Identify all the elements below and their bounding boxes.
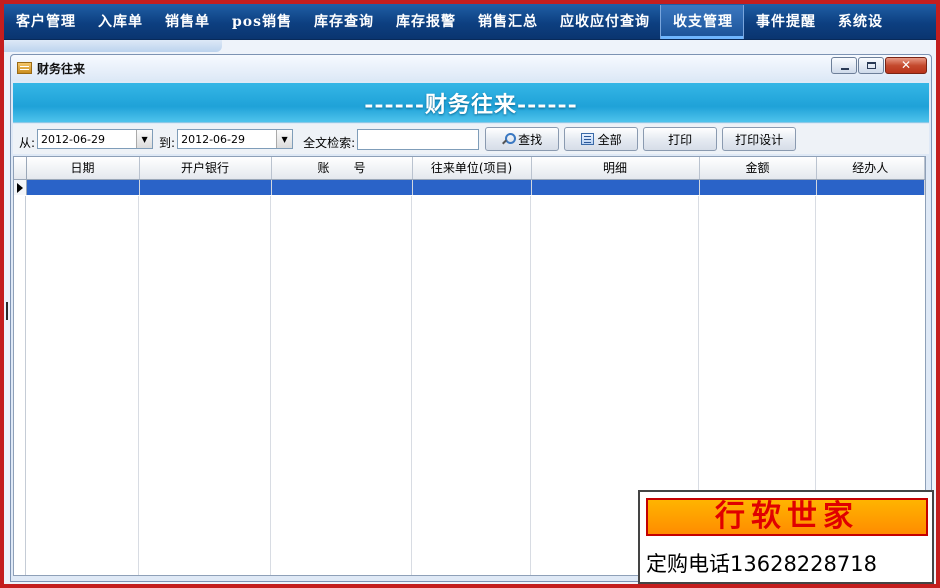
row-indicator-column xyxy=(14,196,26,575)
column-header-amount[interactable]: 金额 xyxy=(699,157,817,180)
column-divider xyxy=(271,196,412,575)
maximize-icon xyxy=(867,62,876,69)
print-design-button[interactable]: 打印设计 xyxy=(722,127,797,151)
cell-account-number[interactable] xyxy=(271,179,413,195)
from-date-dropdown[interactable]: ▼ xyxy=(136,130,153,148)
close-icon: ✕ xyxy=(900,58,912,72)
list-icon xyxy=(580,133,594,145)
nav-sales-summary[interactable]: 销售汇总 xyxy=(466,5,548,39)
grid-table: 日期 开户银行 账 号 往来单位(项目) 明细 金额 经办人 xyxy=(14,157,925,195)
window-controls: ✕ xyxy=(831,57,927,74)
column-header-detail[interactable]: 明细 xyxy=(531,157,700,180)
column-header-bank[interactable]: 开户银行 xyxy=(139,157,272,180)
table-row[interactable] xyxy=(14,179,925,195)
print-design-button-label: 打印设计 xyxy=(735,132,784,147)
window-title: 财务往来 xyxy=(37,61,86,76)
minimize-icon xyxy=(841,68,849,70)
nav-event-reminder[interactable]: 事件提醒 xyxy=(744,5,826,39)
ad-brand-title: 行软世家 xyxy=(646,498,928,536)
watermark-advertisement: 行软世家 定购电话13628228718 xyxy=(638,490,934,584)
splitter-grip[interactable] xyxy=(6,302,8,320)
fulltext-search-input[interactable] xyxy=(357,128,480,150)
fulltext-search-label: 全文检索: xyxy=(303,135,356,150)
row-indicator-header xyxy=(14,157,27,180)
document-tab-strip[interactable] xyxy=(4,40,222,52)
cell-bank[interactable] xyxy=(139,179,272,195)
find-button-label: 查找 xyxy=(518,132,543,147)
to-date-value: 2012-06-29 xyxy=(181,132,246,146)
cell-counterparty[interactable] xyxy=(412,179,532,195)
filter-toolbar: 从: 2012-06-29 ▼ 到: 2012-06-29 ▼ 全文检索: 查找… xyxy=(13,124,929,154)
magnifier-icon xyxy=(502,133,517,145)
current-row-indicator xyxy=(14,179,27,195)
window-titlebar[interactable]: 财务往来 ✕ xyxy=(11,55,931,81)
column-header-date[interactable]: 日期 xyxy=(26,157,140,180)
to-date-dropdown[interactable]: ▼ xyxy=(276,130,293,148)
print-button[interactable]: 打印 xyxy=(643,127,718,151)
banner-title: ------财务往来------ xyxy=(364,91,578,118)
top-navigation-bar: 客户管理 入库单 销售单 pos销售 库存查询 库存报警 销售汇总 应收应付查询… xyxy=(4,4,936,40)
column-header-account-number[interactable]: 账 号 xyxy=(271,157,413,180)
cell-handler[interactable] xyxy=(816,179,925,195)
from-date-value: 2012-06-29 xyxy=(41,132,105,146)
show-all-button[interactable]: 全部 xyxy=(564,127,639,151)
ad-phone-number: 定购电话13628228718 xyxy=(646,552,877,576)
from-date-picker[interactable]: 2012-06-29 ▼ xyxy=(37,129,154,149)
page-banner: ------财务往来------ xyxy=(13,83,929,123)
print-button-label: 打印 xyxy=(668,132,693,147)
column-header-counterparty[interactable]: 往来单位(项目) xyxy=(412,157,532,180)
nav-system-settings[interactable]: 系统设 xyxy=(826,5,893,39)
nav-receivable-payable-query[interactable]: 应收应付查询 xyxy=(548,5,660,39)
nav-inventory-query[interactable]: 库存查询 xyxy=(302,5,384,39)
nav-inventory-alert[interactable]: 库存报警 xyxy=(384,5,466,39)
nav-pos-sales[interactable]: pos销售 xyxy=(220,5,302,39)
nav-income-expense-management[interactable]: 收支管理 xyxy=(660,4,745,39)
nav-stock-in-order[interactable]: 入库单 xyxy=(86,5,153,39)
minimize-button[interactable] xyxy=(831,57,857,74)
to-date-picker[interactable]: 2012-06-29 ▼ xyxy=(177,129,294,149)
triangle-down-icon: ▼ xyxy=(141,134,148,144)
close-button[interactable]: ✕ xyxy=(885,57,927,74)
nav-sales-order[interactable]: 销售单 xyxy=(153,5,220,39)
nav-customer-management[interactable]: 客户管理 xyxy=(4,5,86,39)
triangle-down-icon: ▼ xyxy=(281,134,288,144)
column-header-handler[interactable]: 经办人 xyxy=(816,157,925,180)
cell-date[interactable] xyxy=(26,179,140,195)
cell-amount[interactable] xyxy=(699,179,817,195)
show-all-button-label: 全部 xyxy=(597,132,622,147)
column-divider xyxy=(412,196,531,575)
maximize-button[interactable] xyxy=(858,57,884,74)
ledger-icon xyxy=(17,62,32,74)
find-button[interactable]: 查找 xyxy=(485,127,560,151)
to-label: 到: xyxy=(159,135,176,150)
cell-detail[interactable] xyxy=(531,179,700,195)
column-divider xyxy=(139,196,271,575)
from-label: 从: xyxy=(19,135,36,150)
column-divider xyxy=(26,196,139,575)
